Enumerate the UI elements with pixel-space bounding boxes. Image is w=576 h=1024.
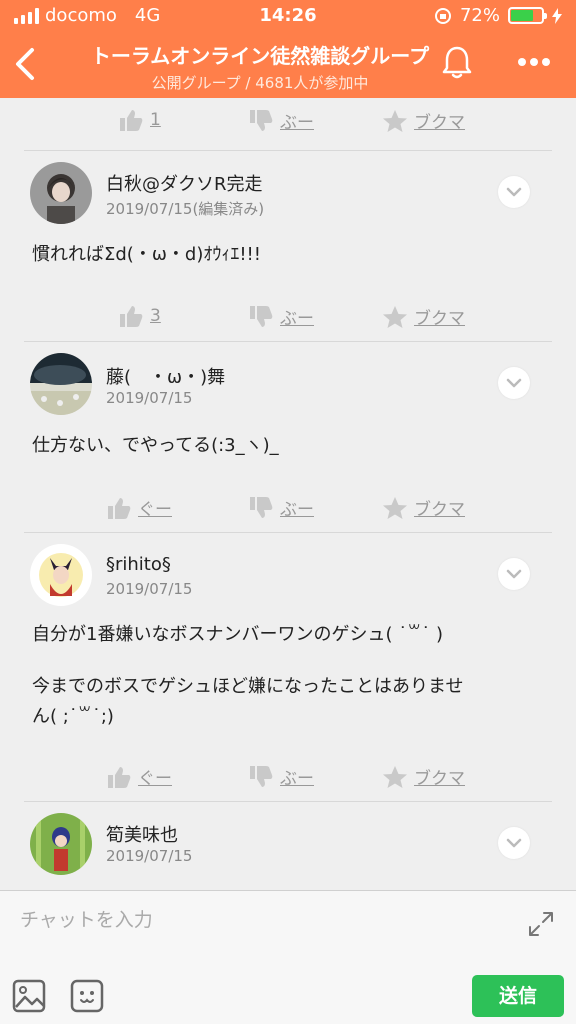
post-menu-button[interactable] <box>498 827 530 859</box>
thumbs-down-icon <box>250 496 273 518</box>
battery-icon <box>508 7 547 24</box>
group-title-area[interactable]: トーラムオンライン徒然雑談グループ 公開グループ / 4681人が参加中 <box>60 40 460 93</box>
avatar-image <box>30 544 92 606</box>
like-button[interactable]: 1 <box>118 108 161 132</box>
bookmark-label: ブクマ <box>414 309 465 329</box>
boo-label: ぶー <box>280 500 314 520</box>
avatar[interactable] <box>30 544 92 606</box>
like-button[interactable]: ぐー <box>106 764 172 789</box>
avatar-image <box>30 353 92 415</box>
message-text-line: ん( ;˙꒳˙;) <box>32 706 114 727</box>
avatar[interactable] <box>30 353 92 415</box>
more-button[interactable] <box>514 50 554 74</box>
thumbs-down-icon <box>250 305 273 327</box>
message-feed[interactable]: 1 ぶー ブクマ 白秋@ダクソR完走 2019/07/15(編集済み) 慣れれば… <box>0 98 576 890</box>
post-date: 2019/07/15 <box>106 389 193 407</box>
battery-percent: 72% <box>459 5 500 26</box>
app-header: docomo 4G 14:26 72% トーラムオンライン徒然雑談グループ 公開… <box>0 0 576 98</box>
message-post: 白秋@ダクソR完走 2019/07/15(編集済み) 慣れればΣd(・ω・d)ｵ… <box>0 150 576 340</box>
expand-button[interactable] <box>526 909 556 939</box>
user-name[interactable]: 筍美味也 <box>106 821 178 847</box>
boo-button[interactable]: ぶー <box>248 764 314 789</box>
boo-button[interactable]: ぶー <box>248 108 314 133</box>
message-text-line: 自分が1番嫌いなボスナンバーワンのゲシュ( ˙꒳˙ ) <box>32 624 444 645</box>
boo-button[interactable]: ぶー <box>248 304 314 329</box>
more-dots-icon <box>518 58 550 66</box>
message-post: 筍美味也 2019/07/15 <box>0 801 576 890</box>
chevron-down-icon <box>506 378 522 388</box>
thumbs-up-icon <box>120 110 143 131</box>
like-label: ぐー <box>138 500 172 520</box>
bookmark-button[interactable]: ブクマ <box>382 304 465 329</box>
thumbs-up-icon <box>120 306 143 327</box>
post-date: 2019/07/15(編集済み) <box>106 200 265 218</box>
notification-button[interactable] <box>440 44 474 80</box>
message-text-line: 今までのボスでゲシュほど嫌になったことはありませ <box>32 676 464 697</box>
avatar[interactable] <box>30 162 92 224</box>
action-row: ぐー ぶー ブクマ <box>0 754 576 798</box>
bookmark-button[interactable]: ブクマ <box>382 108 465 133</box>
boo-label: ぶー <box>280 113 314 133</box>
boo-label: ぶー <box>280 769 314 789</box>
chevron-down-icon <box>506 187 522 197</box>
like-button[interactable]: 3 <box>118 304 161 328</box>
charging-icon <box>552 7 562 24</box>
sticker-button[interactable] <box>70 979 104 1013</box>
bookmark-button[interactable]: ブクマ <box>382 764 465 789</box>
thumbs-up-icon <box>108 497 131 519</box>
user-name[interactable]: 藤( ・ω・)舞 <box>106 363 225 389</box>
bookmark-label: ブクマ <box>414 769 465 789</box>
message-text: 仕方ない、でやってる(:3_ヽ)_ <box>32 435 279 456</box>
boo-label: ぶー <box>280 309 314 329</box>
status-right: 72% <box>434 5 562 26</box>
bookmark-label: ブクマ <box>414 500 465 520</box>
post-menu-button[interactable] <box>498 367 530 399</box>
rotation-lock-icon <box>434 7 451 24</box>
thumbs-down-icon <box>250 765 273 787</box>
status-bar: docomo 4G 14:26 72% <box>0 0 576 32</box>
bookmark-button[interactable]: ブクマ <box>382 495 465 520</box>
user-name[interactable]: §rihito§ <box>106 554 171 575</box>
image-button[interactable] <box>12 979 46 1013</box>
send-button[interactable]: 送信 <box>472 975 564 1017</box>
avatar-image <box>30 813 92 875</box>
chevron-down-icon <box>506 838 522 848</box>
star-icon <box>383 765 407 788</box>
like-button[interactable]: ぐー <box>106 495 172 520</box>
image-icon <box>12 979 46 1013</box>
post-menu-button[interactable] <box>498 558 530 590</box>
post-date: 2019/07/15 <box>106 580 193 598</box>
star-icon <box>383 109 407 132</box>
sticker-icon <box>70 979 104 1013</box>
star-icon <box>383 496 407 519</box>
group-title: トーラムオンライン徒然雑談グループ <box>90 44 430 68</box>
like-count: 3 <box>150 306 161 326</box>
action-row: 3 ぶー ブクマ <box>0 294 576 338</box>
chevron-down-icon <box>506 569 522 579</box>
action-row: ぐー ぶー ブクマ <box>0 485 576 529</box>
chevron-left-icon <box>16 48 34 80</box>
avatar[interactable] <box>30 813 92 875</box>
post-menu-button[interactable] <box>498 176 530 208</box>
thumbs-down-icon <box>250 109 273 131</box>
thumbs-up-icon <box>108 766 131 788</box>
message-post: 藤( ・ω・)舞 2019/07/15 仕方ない、でやってる(:3_ヽ)_ ぐー… <box>0 341 576 531</box>
expand-icon <box>529 912 553 936</box>
boo-button[interactable]: ぶー <box>248 495 314 520</box>
star-icon <box>383 305 407 328</box>
user-name[interactable]: 白秋@ダクソR完走 <box>106 170 263 196</box>
like-count: 1 <box>150 110 161 130</box>
like-label: ぐー <box>138 769 172 789</box>
bell-icon <box>442 46 472 79</box>
post-date: 2019/07/15 <box>106 847 193 865</box>
message-text: 慣れればΣd(・ω・d)ｵｳｨｴ!!! <box>32 244 261 265</box>
chat-input[interactable]: チャットを入力 <box>20 905 153 932</box>
group-subtitle: 公開グループ / 4681人が参加中 <box>151 74 369 92</box>
chat-composer: チャットを入力 送信 <box>0 890 576 1024</box>
avatar-image <box>30 162 92 224</box>
message-post: §rihito§ 2019/07/15 自分が1番嫌いなボスナンバーワンのゲシュ… <box>0 532 576 800</box>
action-row: 1 ぶー ブクマ <box>0 98 576 142</box>
bookmark-label: ブクマ <box>414 113 465 133</box>
back-button[interactable] <box>10 44 40 84</box>
